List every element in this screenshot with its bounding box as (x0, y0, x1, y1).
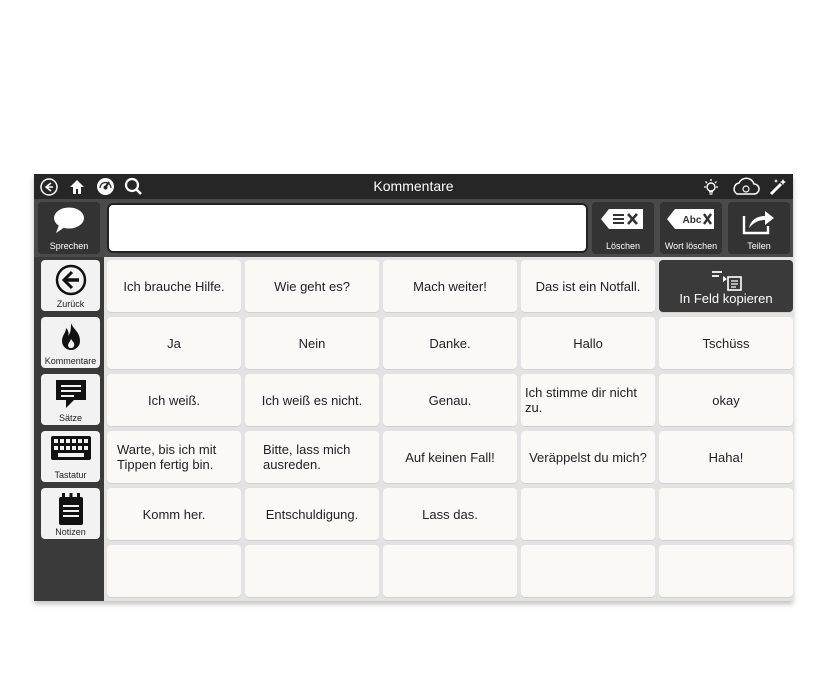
delete-word-button[interactable]: Abc Wort löschen (660, 202, 722, 254)
speak-button[interactable]: Sprechen (38, 202, 100, 254)
svg-text:Abc: Abc (683, 215, 702, 226)
phrase-cell[interactable]: Ja (107, 317, 241, 369)
phrase-cell[interactable]: Ich weiß es nicht. (245, 374, 379, 426)
sidebar-item-label: Notizen (55, 527, 86, 537)
empty-cell[interactable] (521, 545, 655, 597)
phrase-cell[interactable]: Veräppelst du mich? (521, 431, 655, 483)
sidebar-item-label: Kommentare (44, 356, 97, 366)
copy-to-field-icon (712, 270, 742, 291)
phrase-cell[interactable]: Haha! (659, 431, 793, 483)
keyboard-icon (50, 436, 91, 460)
phrase-cell[interactable]: Hallo (521, 317, 655, 369)
sidebar-item-notes[interactable]: Notizen (41, 488, 100, 539)
phrase-cell[interactable]: Wie geht es? (245, 260, 379, 312)
lightbulb-icon[interactable] (700, 176, 722, 197)
phrase-cell[interactable]: Ich brauche Hilfe. (107, 260, 241, 312)
share-label: Teilen (747, 241, 771, 251)
speech-bubble-icon (55, 380, 86, 408)
phrase-cell[interactable]: Entschuldigung. (245, 488, 379, 540)
sidebar-item-keyboard[interactable]: Tastatur (41, 431, 100, 482)
empty-cell[interactable] (245, 545, 379, 597)
clear-label: Löschen (605, 241, 641, 251)
phrase-cell[interactable]: Ich stimme dir nicht zu. (521, 374, 655, 426)
sidebar-item-sentences[interactable]: Sätze (41, 374, 100, 425)
delete-word-label: Wort löschen (664, 241, 718, 251)
toolbar: Sprechen Löschen Abc Wort löschen Teilen (34, 199, 793, 257)
phrase-cell[interactable]: Mach weiter! (383, 260, 517, 312)
sidebar-item-label: Zurück (56, 299, 85, 309)
empty-cell[interactable] (659, 545, 793, 597)
empty-cell[interactable] (659, 488, 793, 540)
phrase-cell[interactable]: Auf keinen Fall! (383, 431, 517, 483)
copy-to-field-button[interactable]: In Feld kopieren (659, 260, 793, 312)
cloud-sync-icon[interactable] (728, 176, 762, 197)
phrase-cell[interactable]: Genau. (383, 374, 517, 426)
phrase-cell[interactable]: Bitte, lass mich ausreden. (245, 431, 379, 483)
empty-cell[interactable] (107, 545, 241, 597)
phrase-cell[interactable]: Ich weiß. (107, 374, 241, 426)
sidebar: Zurück Kommentare Sätze Tastatur Notizen (34, 257, 104, 601)
flame-icon (61, 323, 80, 350)
sidebar-item-comments[interactable]: Kommentare (41, 317, 100, 368)
empty-cell[interactable] (521, 488, 655, 540)
phrase-grid: Ich brauche Hilfe. Wie geht es? Mach wei… (104, 257, 793, 601)
app-window: Kommentare Sprechen Löschen Abc Wort lös… (34, 174, 793, 601)
sidebar-item-label: Sätze (58, 413, 82, 423)
sidebar-item-label: Tastatur (54, 470, 87, 480)
speak-label: Sprechen (49, 241, 89, 251)
message-input[interactable] (107, 203, 588, 253)
speech-bubble-icon (54, 207, 84, 233)
title-bar: Kommentare (34, 174, 793, 199)
clear-icon (601, 209, 643, 229)
empty-cell[interactable] (383, 545, 517, 597)
phrase-cell[interactable]: okay (659, 374, 793, 426)
phrase-cell[interactable]: Lass das. (383, 488, 517, 540)
phrase-cell[interactable]: Das ist ein Notfall. (521, 260, 655, 312)
sidebar-item-back[interactable]: Zurück (41, 260, 100, 311)
share-button[interactable]: Teilen (728, 202, 790, 254)
notepad-icon (58, 493, 83, 525)
phrase-cell[interactable]: Komm her. (107, 488, 241, 540)
phrase-cell[interactable]: Warte, bis ich mit Tippen fertig bin. (107, 431, 241, 483)
phrase-cell[interactable]: Tschüss (659, 317, 793, 369)
clear-button[interactable]: Löschen (592, 202, 654, 254)
phrase-cell[interactable]: Danke. (383, 317, 517, 369)
window-title: Kommentare (373, 178, 454, 194)
phrase-cell[interactable]: Nein (245, 317, 379, 369)
share-icon (742, 211, 774, 235)
copy-to-field-label: In Feld kopieren (679, 290, 773, 306)
magic-wand-icon[interactable] (767, 176, 789, 197)
arrow-left-circle-icon (55, 264, 86, 296)
delete-word-icon: Abc (667, 209, 714, 229)
